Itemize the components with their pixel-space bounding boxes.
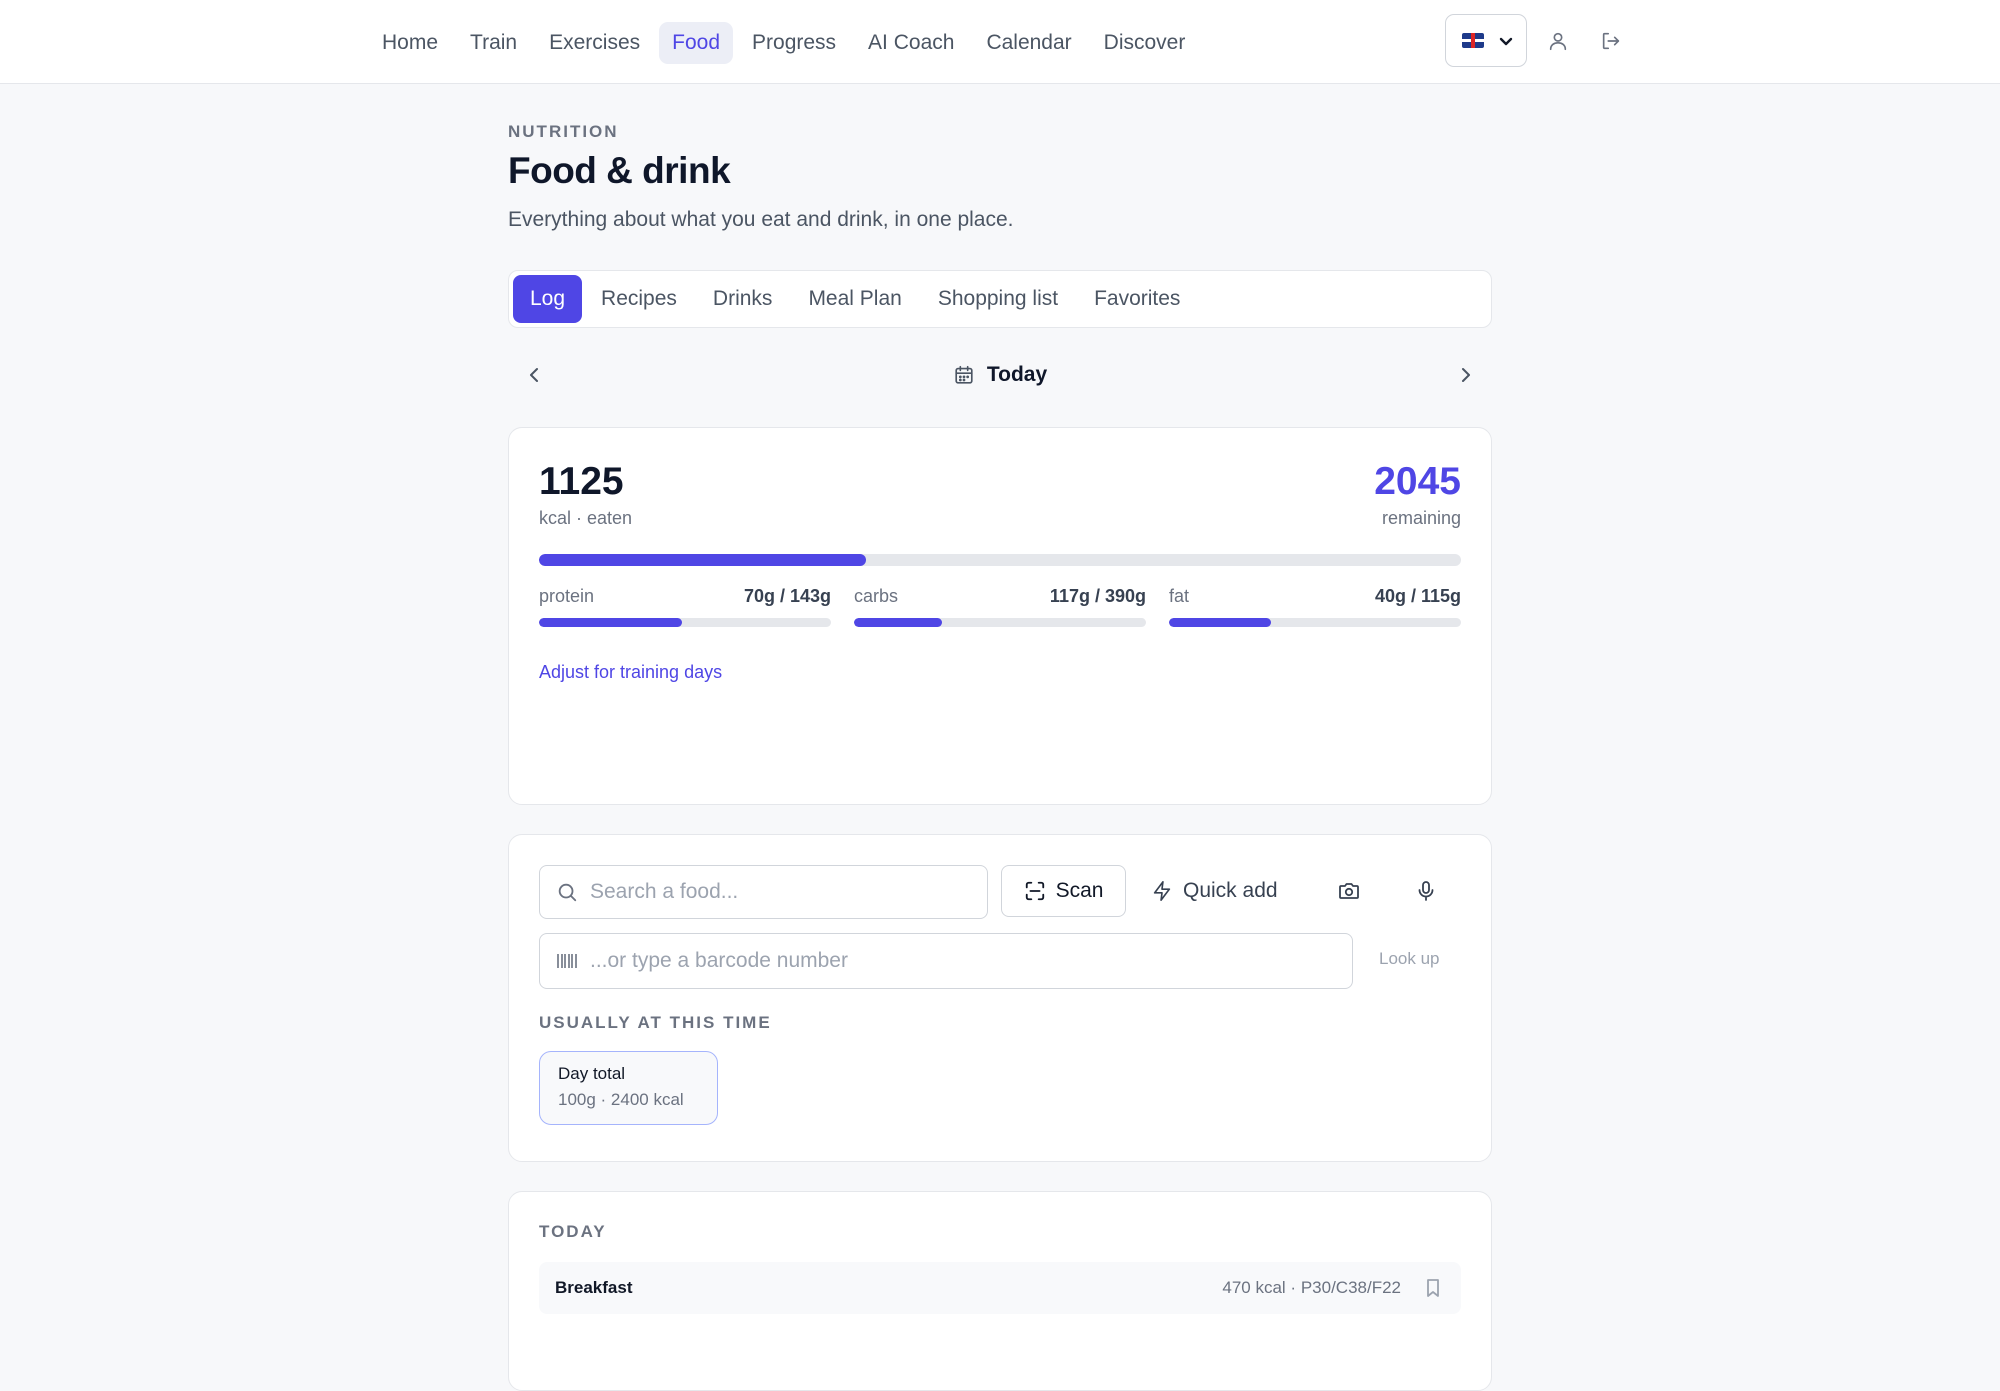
calorie-summary-card: 1125 kcal · eaten 2045 remaining protein… <box>508 427 1492 805</box>
scan-icon <box>1024 880 1046 902</box>
food-search-field[interactable] <box>539 865 988 919</box>
food-tabs: Log Recipes Drinks Meal Plan Shopping li… <box>508 270 1492 328</box>
macro-value: 70g / 143g <box>743 586 831 606</box>
voice-button[interactable] <box>1400 865 1452 917</box>
top-navigation-bar: Home Train Exercises Food Progress AI Co… <box>0 0 2000 84</box>
calorie-progress-fill <box>539 554 867 566</box>
food-search-input[interactable] <box>590 880 950 904</box>
macro-progress-fill <box>1169 618 1272 627</box>
logout-icon <box>1600 30 1622 52</box>
macro-value: 40g / 115g <box>1374 586 1461 606</box>
nav-item-home[interactable]: Home <box>369 22 451 64</box>
bookmark-icon[interactable] <box>1421 1276 1445 1300</box>
calendar-icon <box>953 364 975 386</box>
macro-name: carbs <box>854 586 899 606</box>
nav-item-calendar[interactable]: Calendar <box>973 22 1084 64</box>
logout-button[interactable] <box>1584 14 1637 67</box>
calorie-progress-bar <box>539 554 1461 566</box>
next-day-button[interactable] <box>1446 356 1484 394</box>
meal-name: Breakfast <box>555 1278 633 1297</box>
scan-button[interactable]: Scan <box>1001 865 1126 917</box>
nav-item-food[interactable]: Food <box>659 22 734 64</box>
tab-recipes[interactable]: Recipes <box>584 275 694 323</box>
nav-item-discover[interactable]: Discover <box>1091 22 1199 64</box>
main-nav: Home Train Exercises Food Progress AI Co… <box>369 22 1198 64</box>
page-subtitle: Everything about what you eat and drink,… <box>508 208 1014 231</box>
macro-progress-fill <box>539 618 683 627</box>
usual-food-chip[interactable]: Day total 100g · 2400 kcal <box>539 1051 718 1125</box>
uk-flag-icon <box>1462 33 1484 48</box>
barcode-field[interactable] <box>539 933 1353 989</box>
search-icon <box>556 881 578 903</box>
tab-drinks[interactable]: Drinks <box>696 275 790 323</box>
calories-eaten-value: 1125 <box>539 460 624 503</box>
chevron-right-icon <box>1456 366 1474 384</box>
user-icon <box>1547 30 1569 52</box>
nav-item-ai-coach[interactable]: AI Coach <box>855 22 967 64</box>
today-label: TODAY <box>539 1222 607 1241</box>
calories-remaining-value: 2045 <box>1374 460 1461 503</box>
macro-progress-bar <box>854 618 1146 627</box>
tab-log[interactable]: Log <box>513 275 583 323</box>
tab-favorites[interactable]: Favorites <box>1077 275 1197 323</box>
camera-icon <box>1337 879 1361 903</box>
scan-label: Scan <box>1055 879 1104 902</box>
chip-subtitle: 100g · 2400 kcal <box>558 1090 684 1109</box>
meal-row[interactable]: Breakfast 470 kcal · P30/C38/F22 <box>539 1262 1461 1314</box>
page-title: Food & drink <box>508 150 731 191</box>
calories-remaining-label: remaining <box>1381 508 1461 528</box>
tab-meal-plan[interactable]: Meal Plan <box>791 275 918 323</box>
quick-add-button[interactable]: Quick add <box>1139 865 1290 917</box>
usual-foods-label: USUALLY AT THIS TIME <box>539 1013 772 1032</box>
calories-eaten-label: kcal · eaten <box>539 508 633 528</box>
date-navigator: Today <box>508 352 1492 398</box>
nav-item-exercises[interactable]: Exercises <box>536 22 653 64</box>
meal-stats: 470 kcal · P30/C38/F22 <box>1222 1278 1401 1297</box>
macro-progress-fill <box>854 618 942 627</box>
profile-button[interactable] <box>1531 14 1584 67</box>
nav-right-actions <box>1445 14 1637 67</box>
photo-button[interactable] <box>1323 865 1375 917</box>
barcode-input[interactable] <box>590 949 950 973</box>
add-food-card: Scan Quick add Look up USUALLY AT THIS T <box>508 834 1492 1162</box>
lightning-icon <box>1151 880 1173 902</box>
adjust-training-days-link[interactable]: Adjust for training days <box>539 662 722 683</box>
date-label: Today <box>986 363 1048 386</box>
microphone-icon <box>1414 879 1438 903</box>
macro-name: protein <box>539 586 595 606</box>
macro-value: 117g / 390g <box>1049 586 1146 606</box>
chevron-down-icon <box>1498 33 1514 49</box>
macro-progress-bar <box>1169 618 1461 627</box>
macro-progress-bar <box>539 618 831 627</box>
nav-item-progress[interactable]: Progress <box>739 22 849 64</box>
macro-name: fat <box>1169 586 1190 606</box>
today-log-card: TODAY Breakfast 470 kcal · P30/C38/F22 <box>508 1191 1492 1391</box>
lookup-button[interactable]: Look up <box>1379 949 1440 969</box>
page-eyebrow: NUTRITION <box>508 122 619 141</box>
language-select[interactable] <box>1445 14 1527 67</box>
chip-title: Day total <box>558 1064 626 1083</box>
date-display[interactable]: Today <box>508 352 1492 398</box>
quick-add-label: Quick add <box>1183 879 1278 902</box>
barcode-icon <box>556 951 578 971</box>
nav-item-train[interactable]: Train <box>457 22 530 64</box>
tab-shopping-list[interactable]: Shopping list <box>921 275 1075 323</box>
